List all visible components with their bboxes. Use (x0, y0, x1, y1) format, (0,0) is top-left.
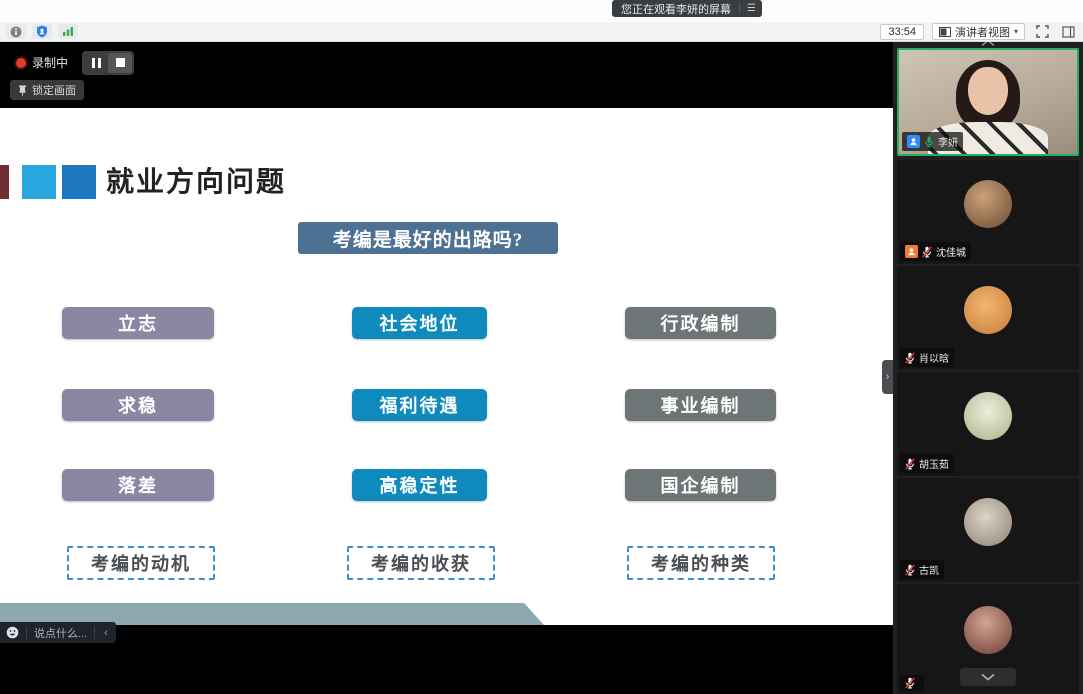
stop-recording-button[interactable] (108, 53, 132, 73)
slide-box: 国企编制 (625, 469, 776, 501)
chevron-right-icon: › (886, 371, 890, 383)
toolbar-right-controls: 33:54 演讲者视图 ▾ (880, 23, 1077, 40)
slide-box: 高稳定性 (352, 469, 487, 501)
divider (26, 626, 27, 639)
participant-name: 沈佳城 (936, 244, 966, 259)
mic-muted-icon (905, 458, 915, 470)
toolbar-left-icons (6, 24, 78, 39)
pin-view-label: 锁定画面 (32, 82, 76, 98)
participant-tile[interactable]: 李妍 (897, 48, 1079, 156)
slide-box: 立志 (62, 307, 214, 339)
participant-name: 古凯 (919, 562, 939, 577)
participant-tile[interactable]: 古凯 (897, 478, 1079, 582)
recording-bar: 录制中 (10, 50, 134, 75)
mic-on-icon (924, 136, 934, 148)
slide-dashed-box: 考编的收获 (347, 546, 495, 580)
mic-muted-icon (922, 246, 932, 258)
participant-name: 肖以晗 (919, 350, 949, 365)
avatar (964, 498, 1012, 546)
presentation-slide: 就业方向问题 考编是最好的出路吗? 立志 社会地位 行政编制 求稳 福利待遇 事… (0, 108, 893, 625)
slide-dashed-box: 考编的种类 (627, 546, 775, 580)
title-decor-square-light (22, 165, 56, 199)
cohost-badge-icon (905, 245, 918, 258)
avatar (964, 606, 1012, 654)
pin-icon (18, 85, 27, 96)
pin-view-button[interactable]: 锁定画面 (10, 80, 84, 100)
participant-name-bar: 肖以晗 (900, 348, 954, 367)
fullscreen-icon[interactable] (1033, 24, 1051, 40)
shared-screen-area: 录制中 锁定画面 就业方向问题 考编是最好的出路吗? 立志 社会地位 行政编制 … (0, 42, 893, 694)
watching-screen-tooltip: 您正在观看李妍的屏幕 ☰ (612, 0, 762, 17)
view-mode-dropdown[interactable]: 演讲者视图 ▾ (932, 23, 1025, 40)
recording-status-label: 录制中 (32, 54, 68, 71)
participant-tile[interactable]: 胡玉茹 (897, 372, 1079, 476)
participant-name: 李妍 (938, 134, 958, 149)
chat-input-placeholder[interactable]: 说点什么... (34, 625, 87, 641)
title-decor-square-dark (62, 165, 96, 199)
view-mode-label: 演讲者视图 (955, 24, 1010, 40)
top-toolbar: 33:54 演讲者视图 ▾ (0, 22, 1083, 42)
participant-name-bar: 胡玉茹 (900, 454, 954, 473)
chat-collapse-icon[interactable]: ‹ (102, 627, 110, 639)
chat-bar[interactable]: 说点什么... ‹ (0, 622, 116, 643)
chevron-down-icon (980, 673, 996, 681)
watching-screen-label: 您正在观看李妍的屏幕 (621, 1, 731, 17)
emoji-icon[interactable] (6, 626, 19, 639)
tooltip-menu-icon[interactable]: ☰ (739, 3, 756, 14)
shield-security-icon[interactable] (32, 24, 52, 39)
participant-tile[interactable]: 肖以晗 (897, 266, 1079, 370)
participant-name-bar: 沈佳城 (900, 242, 971, 261)
avatar (964, 286, 1012, 334)
participant-name-bar (900, 675, 924, 691)
recording-controls (82, 51, 134, 75)
sidebar-expand-handle[interactable]: › (882, 360, 893, 394)
participants-sidebar: 李妍 沈佳城 肖以晗 胡玉茹 古凯 (893, 42, 1083, 694)
stop-icon (116, 58, 125, 67)
slide-box: 福利待遇 (352, 389, 487, 421)
recording-dot-icon (16, 58, 26, 68)
pause-icon (92, 58, 101, 68)
speaker-view-icon (939, 27, 951, 37)
avatar (964, 392, 1012, 440)
participant-name-bar: 古凯 (900, 560, 944, 579)
divider (94, 626, 95, 639)
slide-banner: 考编是最好的出路吗? (298, 222, 558, 254)
slide-box: 行政编制 (625, 307, 776, 339)
avatar (964, 180, 1012, 228)
mic-muted-icon (905, 677, 915, 689)
chevron-down-icon: ▾ (1014, 27, 1018, 36)
network-signal-icon[interactable] (58, 24, 78, 39)
participant-name: 胡玉茹 (919, 456, 949, 471)
slide-title: 就业方向问题 (106, 160, 286, 200)
mic-muted-icon (905, 564, 915, 576)
title-decor-sliver (0, 165, 9, 199)
participant-name-bar: 李妍 (902, 132, 963, 151)
host-badge-icon (907, 135, 920, 148)
slide-dashed-box: 考编的动机 (67, 546, 215, 580)
recording-status: 录制中 (10, 50, 74, 75)
mic-muted-icon (905, 352, 915, 364)
participant-tile[interactable]: 沈佳城 (897, 160, 1079, 264)
meeting-timer: 33:54 (880, 24, 924, 40)
slide-box: 落差 (62, 469, 214, 501)
slide-box: 求稳 (62, 389, 214, 421)
info-icon[interactable] (6, 24, 26, 39)
slide-box: 社会地位 (352, 307, 487, 339)
side-panel-toggle-icon[interactable] (1059, 24, 1077, 40)
top-strip (0, 0, 1083, 22)
pause-recording-button[interactable] (84, 53, 108, 73)
scroll-down-button[interactable] (960, 668, 1016, 686)
slide-box: 事业编制 (625, 389, 776, 421)
